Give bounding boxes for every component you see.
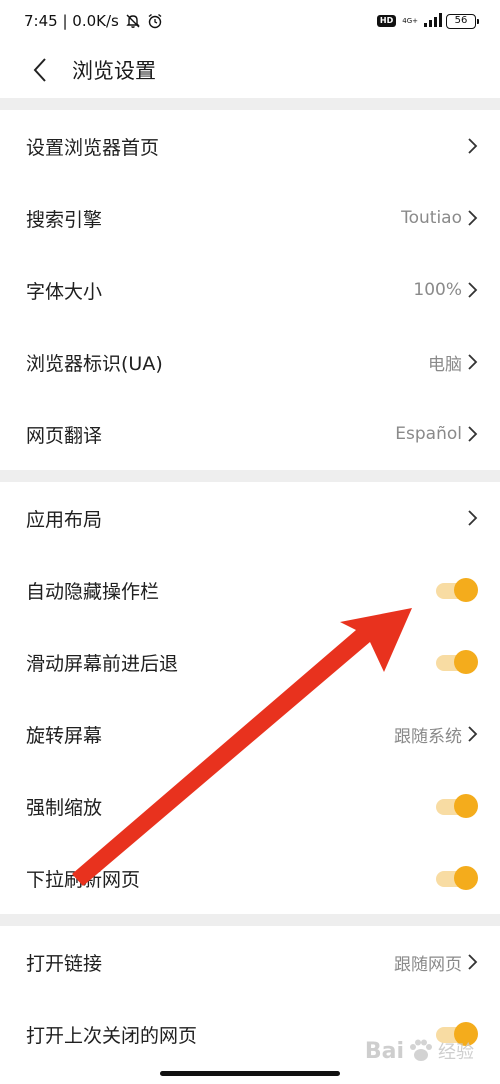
toggle-knob <box>454 794 478 818</box>
setting-value: Español <box>395 424 462 444</box>
status-time-speed: 7:45 | 0.0K/s <box>24 12 119 30</box>
setting-label: 浏览器标识(UA) <box>26 352 163 375</box>
baidu-watermark: Bai 经验 <box>365 1038 474 1064</box>
watermark-sub: 经验 <box>438 1042 474 1063</box>
hd-badge: HD <box>376 15 397 27</box>
section-separator <box>0 98 500 110</box>
settings-row[interactable]: 设置浏览器首页 <box>0 110 500 182</box>
battery-indicator: 56 <box>446 13 479 29</box>
alarm-icon <box>147 13 163 29</box>
setting-label: 打开上次关闭的网页 <box>26 1024 198 1047</box>
settings-group-1: 设置浏览器首页 搜索引擎 Toutiao 字体大小 100% 浏览器标识(UA) 电脑网页翻… <box>0 110 500 470</box>
settings-row[interactable]: 网页翻译 Español <box>0 398 500 470</box>
section-separator <box>0 470 500 482</box>
toggle-switch[interactable] <box>432 794 478 818</box>
setting-control <box>432 866 478 890</box>
network-type: 4G+ <box>402 17 418 25</box>
setting-value: 电脑 <box>428 354 462 375</box>
chevron-right-icon <box>468 726 478 742</box>
setting-value: 跟随系统 <box>394 726 462 747</box>
setting-label: 下拉刷新网页 <box>26 868 141 891</box>
page-title: 浏览设置 <box>72 59 156 83</box>
setting-control: 100% <box>413 280 478 300</box>
signal-icon <box>424 13 442 29</box>
setting-value: Toutiao <box>401 208 462 228</box>
setting-control <box>432 650 478 674</box>
setting-control: Toutiao <box>401 208 478 228</box>
paw-icon <box>410 1039 432 1061</box>
toggle-switch[interactable] <box>432 866 478 890</box>
settings-row[interactable]: 强制缩放 <box>0 770 500 842</box>
chevron-right-icon <box>468 426 478 442</box>
setting-label: 滑动屏幕前进后退 <box>26 652 179 675</box>
setting-value: 跟随网页 <box>394 954 462 975</box>
back-arrow-icon <box>33 58 46 82</box>
setting-control <box>432 794 478 818</box>
status-left: 7:45 | 0.0K/s <box>24 12 163 30</box>
setting-control <box>466 137 478 155</box>
setting-value: 100% <box>413 280 462 300</box>
chevron-right-icon <box>468 282 478 298</box>
browser-settings-screen: 7:45 | 0.0K/s HD 4G+ 56 浏览设置 设置浏览器首页 搜索引… <box>0 0 500 1084</box>
setting-label: 搜索引擎 <box>26 208 103 231</box>
chevron-right-icon <box>468 510 478 526</box>
setting-control <box>432 578 478 602</box>
setting-control <box>466 509 478 527</box>
status-bar: 7:45 | 0.0K/s HD 4G+ 56 <box>0 0 500 42</box>
status-right: HD 4G+ 56 <box>376 13 479 29</box>
setting-control: 跟随系统 <box>394 722 478 747</box>
setting-label: 字体大小 <box>26 280 103 303</box>
chevron-right-icon <box>468 954 478 970</box>
chevron-right-icon <box>468 210 478 226</box>
toggle-knob <box>454 650 478 674</box>
setting-label: 设置浏览器首页 <box>26 136 160 159</box>
settings-row[interactable]: 字体大小 100% <box>0 254 500 326</box>
settings-row[interactable]: 浏览器标识(UA) 电脑 <box>0 326 500 398</box>
header-bar: 浏览设置 <box>0 42 500 98</box>
settings-row[interactable]: 下拉刷新网页 <box>0 842 500 914</box>
setting-label: 旋转屏幕 <box>26 724 103 747</box>
toggle-knob <box>454 578 478 602</box>
settings-row[interactable]: 打开链接 跟随网页 <box>0 926 500 998</box>
settings-row[interactable]: 自动隐藏操作栏 <box>0 554 500 626</box>
setting-label: 网页翻译 <box>26 424 103 447</box>
toggle-switch[interactable] <box>432 578 478 602</box>
setting-label: 强制缩放 <box>26 796 103 819</box>
setting-control: 电脑 <box>428 350 478 375</box>
back-button[interactable] <box>18 48 62 92</box>
section-separator <box>0 914 500 926</box>
settings-group-2: 应用布局自动隐藏操作栏 滑动屏幕前进后退 旋转屏幕 跟随系统强制缩放下拉刷新网页 <box>0 482 500 914</box>
toggle-switch[interactable] <box>432 650 478 674</box>
setting-control: 跟随网页 <box>394 950 478 975</box>
setting-control: Español <box>395 424 478 444</box>
settings-row[interactable]: 应用布局 <box>0 482 500 554</box>
settings-row[interactable]: 搜索引擎 Toutiao <box>0 182 500 254</box>
setting-label: 自动隐藏操作栏 <box>26 580 160 603</box>
chevron-right-icon <box>468 138 478 154</box>
setting-label: 应用布局 <box>26 508 103 531</box>
setting-label: 打开链接 <box>26 952 103 975</box>
watermark-text: Bai <box>364 1038 404 1064</box>
settings-row[interactable]: 旋转屏幕 跟随系统 <box>0 698 500 770</box>
chevron-right-icon <box>468 354 478 370</box>
settings-row[interactable]: 滑动屏幕前进后退 <box>0 626 500 698</box>
toggle-knob <box>454 866 478 890</box>
gesture-nav-handle[interactable] <box>160 1071 340 1076</box>
settings-list: 设置浏览器首页 搜索引擎 Toutiao 字体大小 100% 浏览器标识(UA) 电脑网页翻… <box>0 98 500 1070</box>
mute-icon <box>125 13 141 29</box>
